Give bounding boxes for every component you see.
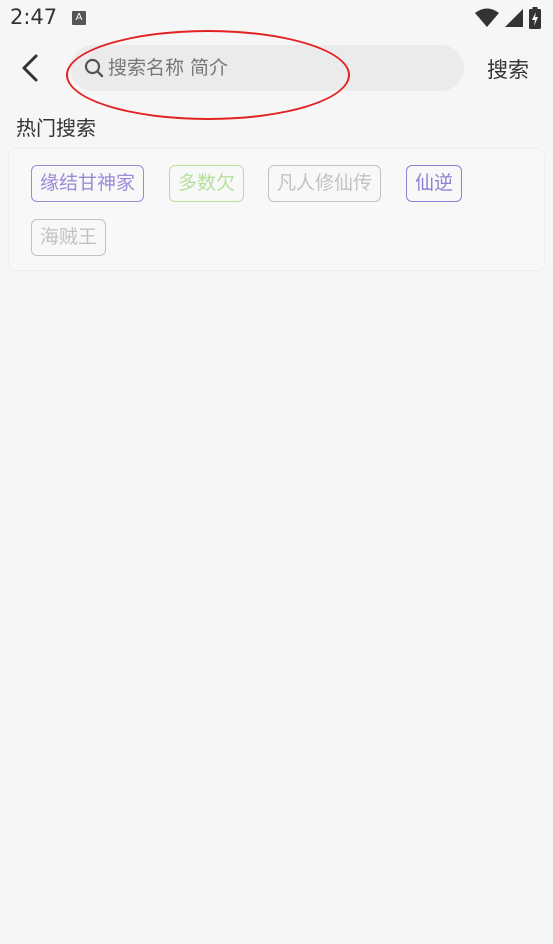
hot-tag[interactable]: 缘结甘神家	[31, 165, 145, 202]
battery-icon	[529, 7, 541, 29]
search-icon	[84, 58, 104, 78]
status-icons	[475, 7, 541, 29]
search-header: 搜索	[0, 30, 553, 120]
search-input[interactable]	[106, 45, 446, 91]
hot-search-title: 热门搜索	[16, 116, 96, 140]
cellular-signal-icon	[505, 9, 523, 27]
hot-search-card: 缘结甘神家 多数欠 凡人修仙传 仙逆 海贼王	[8, 148, 545, 271]
hot-tag[interactable]: 多数欠	[169, 165, 245, 202]
search-button[interactable]: 搜索	[487, 54, 529, 84]
hot-tag[interactable]: 仙逆	[406, 165, 463, 202]
back-button[interactable]	[14, 52, 46, 84]
hot-tag[interactable]: 海贼王	[31, 219, 107, 256]
chevron-left-icon	[22, 54, 38, 82]
status-bar: 2:47 A	[0, 0, 553, 36]
app-notification-icon: A	[72, 11, 86, 25]
status-time: 2:47	[10, 5, 58, 29]
search-box[interactable]	[70, 45, 464, 91]
wifi-icon	[475, 8, 499, 27]
hot-tag[interactable]: 凡人修仙传	[268, 165, 382, 202]
